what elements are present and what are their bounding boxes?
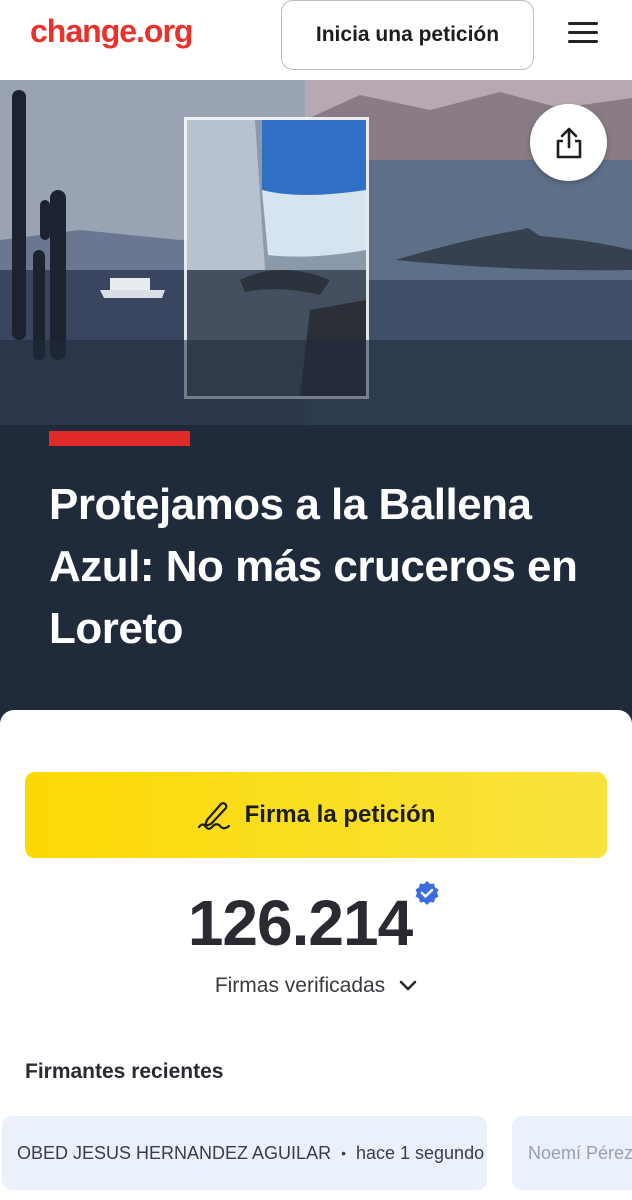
separator-dot: • — [341, 1145, 346, 1161]
recent-signers-heading: Firmantes recientes — [25, 1060, 224, 1083]
change-org-logo[interactable]: change.org — [30, 13, 193, 50]
verified-signatures-label: Firmas verificadas — [214, 974, 386, 997]
sign-petition-button[interactable]: Firma la petición — [25, 772, 607, 858]
signer-name: OBED JESUS HERNANDEZ AGUILAR — [17, 1142, 332, 1163]
title-accent-bar — [49, 431, 190, 446]
signature-count: 126.214 — [187, 887, 413, 959]
start-petition-button[interactable]: Inicia una petición — [281, 0, 534, 70]
signer-name: Noemí Pérez — [528, 1142, 632, 1163]
recent-signer-item: OBED JESUS HERNANDEZ AGUILAR • hace 1 se… — [2, 1116, 487, 1190]
pen-sign-icon — [197, 802, 230, 830]
sign-petition-label: Firma la petición — [244, 801, 436, 828]
recent-signer-item: Noemí Pérez — [512, 1116, 632, 1190]
signer-time: hace 1 segundo — [355, 1142, 485, 1163]
top-navigation-bar: change.org Inicia una petición — [0, 0, 632, 80]
hamburger-menu-icon[interactable] — [568, 22, 598, 46]
verified-badge-icon — [415, 881, 439, 905]
share-icon — [556, 127, 581, 158]
share-button[interactable] — [530, 104, 607, 181]
verified-signatures-toggle[interactable]: Firmas verificadas — [0, 974, 632, 998]
chevron-down-icon — [399, 980, 417, 991]
petition-title: Protejamos a la Ballena Azul: No más cru… — [49, 480, 578, 653]
petition-page: change.org Inicia una petición Protejamo… — [0, 0, 632, 1200]
